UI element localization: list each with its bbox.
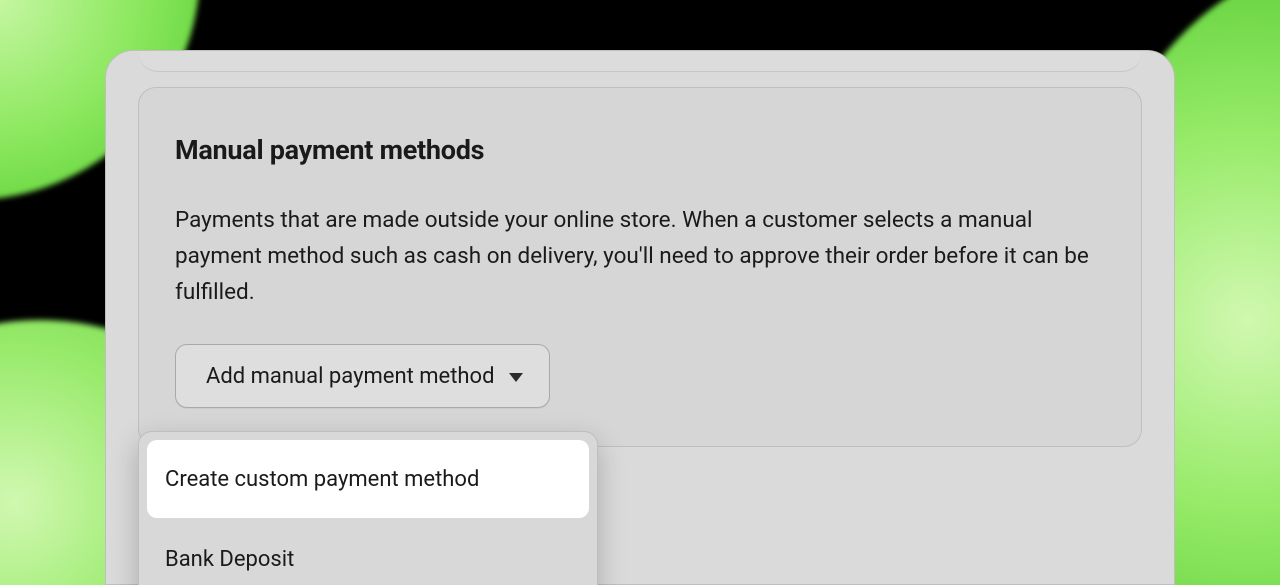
button-label: Add manual payment method [206,364,495,389]
menu-item-bank-deposit[interactable]: Bank Deposit [147,520,589,585]
add-manual-payment-method-menu: Create custom payment method Bank Deposi… [138,431,598,585]
manual-payment-methods-card: Manual payment methods Payments that are… [138,87,1142,447]
stage: Manual payment methods Payments that are… [0,0,1280,585]
settings-panel: Manual payment methods Payments that are… [105,50,1175,585]
section-description: Payments that are made outside your onli… [175,202,1095,310]
menu-item-label: Create custom payment method [165,467,479,492]
menu-item-label: Bank Deposit [165,547,294,572]
chevron-down-icon [509,373,523,382]
add-manual-payment-method-button[interactable]: Add manual payment method [175,344,550,408]
section-title: Manual payment methods [175,134,1105,166]
menu-item-create-custom[interactable]: Create custom payment method [147,440,589,518]
